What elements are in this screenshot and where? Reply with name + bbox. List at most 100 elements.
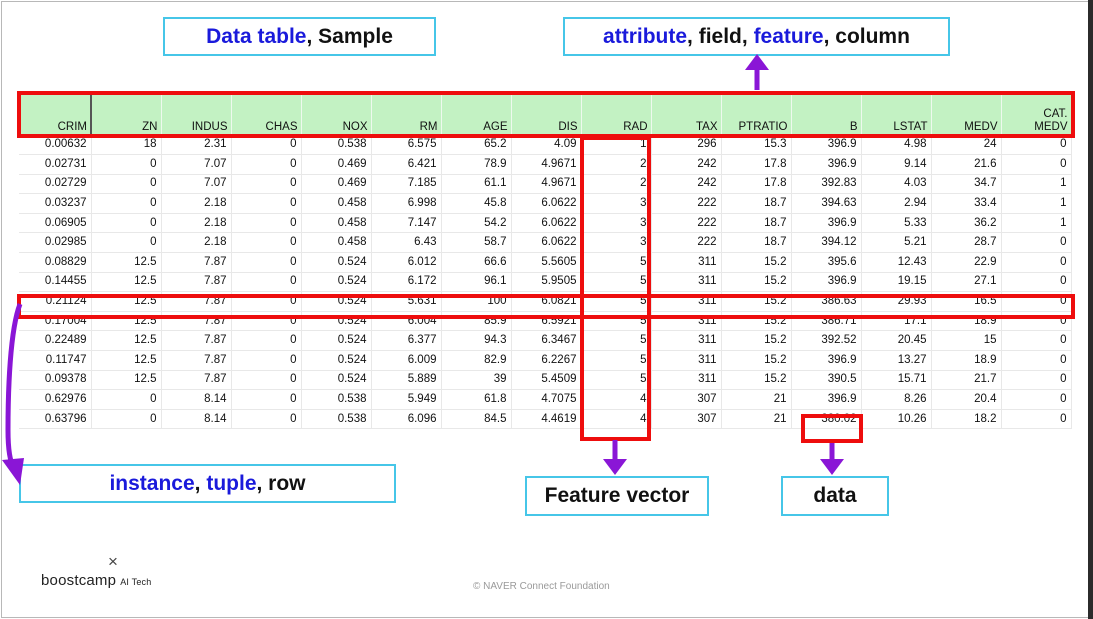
arrow-down-icon xyxy=(820,443,844,475)
table-cell: 21 xyxy=(721,389,792,410)
table-cell: 0 xyxy=(231,174,302,195)
table-cell: 0 xyxy=(231,213,302,234)
table-cell: 0 xyxy=(231,330,302,352)
table-cell: 0 xyxy=(231,350,302,371)
table-cell: 311 xyxy=(651,330,722,352)
table-cell: 0.458 xyxy=(301,213,372,234)
table-cell: 34.7 xyxy=(931,174,1002,195)
table-cell: 7.07 xyxy=(161,174,232,195)
table-row: 0.02731 0 7.07 0 0.469 6.421 78.9 4.9671 2 242 17.… xyxy=(19,154,1072,175)
table-cell: 6.998 xyxy=(371,193,442,214)
table-cell: 0 xyxy=(91,154,162,175)
table-cell: 242 xyxy=(651,154,722,175)
table-row: 0.02985 0 2.18 0 0.458 6.43 58.7 6.0622 3 222 18.7… xyxy=(19,232,1072,254)
callout-data: data xyxy=(781,476,889,516)
table-cell: 0 xyxy=(91,389,162,410)
table-cell: 28.7 xyxy=(931,232,1002,254)
arrow-up-icon xyxy=(745,54,769,90)
table-cell: 18.7 xyxy=(721,232,792,254)
table-cell: 0 xyxy=(91,409,162,430)
table-cell: 61.8 xyxy=(441,389,512,410)
table-cell: 2.18 xyxy=(161,193,232,214)
table-cell: 17.8 xyxy=(721,154,792,175)
table-cell: 4.03 xyxy=(861,174,932,195)
table-cell: 0 xyxy=(1001,252,1072,273)
row-highlight-box xyxy=(17,294,1075,319)
table-cell: 84.5 xyxy=(441,409,512,430)
keyword-feature: feature xyxy=(753,24,824,48)
callout-text: Feature vector xyxy=(544,484,690,507)
table-cell: 18.2 xyxy=(931,409,1002,430)
table-cell: 0 xyxy=(231,193,302,214)
table-cell: 15.2 xyxy=(721,350,792,371)
table-cell: 0 xyxy=(231,409,302,430)
callout-feature-vector: Feature vector xyxy=(525,476,709,516)
table-cell: 0.02985 xyxy=(19,232,92,254)
table-row: 0.02729 0 7.07 0 0.469 7.185 61.1 4.9671 2 242 17.… xyxy=(19,174,1072,195)
table-cell: 12.5 xyxy=(91,350,162,371)
table-cell: 15.2 xyxy=(721,330,792,352)
table-cell: 307 xyxy=(651,389,722,410)
callout-text: , column xyxy=(823,24,910,48)
table-cell: 6.0622 xyxy=(511,213,582,234)
table-cell: 5.4509 xyxy=(511,370,582,391)
table-cell: 12.43 xyxy=(861,252,932,273)
table-cell: 6.3467 xyxy=(511,330,582,352)
table-row: 0.08829 12.5 7.87 0 0.524 6.012 66.6 5.5605 5 311… xyxy=(19,252,1072,273)
table-cell: 0 xyxy=(231,232,302,254)
table-cell: 7.07 xyxy=(161,154,232,175)
table-cell: 9.14 xyxy=(861,154,932,175)
table-cell: 396.9 xyxy=(791,389,862,410)
table-cell: 0 xyxy=(231,252,302,273)
table-cell: 311 xyxy=(651,350,722,371)
table-cell: 0 xyxy=(231,272,302,293)
table-cell: 6.096 xyxy=(371,409,442,430)
table-cell: 6.0622 xyxy=(511,193,582,214)
table-cell: 0.02729 xyxy=(19,174,92,195)
table-cell: 18.9 xyxy=(931,350,1002,371)
table-row: 0.11747 12.5 7.87 0 0.524 6.009 82.9 6.2267 5 311… xyxy=(19,350,1072,371)
table-cell: 222 xyxy=(651,213,722,234)
table-cell: 19.15 xyxy=(861,272,932,293)
table-cell: 5.33 xyxy=(861,213,932,234)
table-cell: 394.12 xyxy=(791,232,862,254)
table-cell: 15 xyxy=(931,330,1002,352)
table-cell: 0 xyxy=(1001,370,1072,391)
table-cell: 307 xyxy=(651,409,722,430)
table-cell: 0 xyxy=(91,232,162,254)
table-cell: 0.538 xyxy=(301,389,372,410)
table-cell: 10.26 xyxy=(861,409,932,430)
table-cell: 6.421 xyxy=(371,154,442,175)
table-row: 0.62976 0 8.14 0 0.538 5.949 61.8 4.7075 4 307 21 3… xyxy=(19,389,1072,410)
table-cell: 13.27 xyxy=(861,350,932,371)
header-highlight-box xyxy=(17,91,1075,138)
table-cell: 7.87 xyxy=(161,252,232,273)
table-cell: 4.4619 xyxy=(511,409,582,430)
table-cell: 0.524 xyxy=(301,252,372,273)
table-cell: 0.458 xyxy=(301,232,372,254)
table-cell: 7.87 xyxy=(161,350,232,371)
brand-name: boostcamp AI Tech xyxy=(41,572,151,589)
table-cell: 18.7 xyxy=(721,213,792,234)
table-cell: 20.45 xyxy=(861,330,932,352)
table-cell: 394.63 xyxy=(791,193,862,214)
table-cell: 82.9 xyxy=(441,350,512,371)
table-cell: 0.06905 xyxy=(19,213,92,234)
table-cell: 7.87 xyxy=(161,272,232,293)
table-row: 0.06905 0 2.18 0 0.458 7.147 54.2 6.0622 3 222 18.… xyxy=(19,213,1072,234)
table-cell: 0 xyxy=(231,154,302,175)
table-cell: 396.9 xyxy=(791,154,862,175)
table-cell: 0 xyxy=(91,213,162,234)
brand-sub: AI Tech xyxy=(120,577,152,587)
table-cell: 0.03237 xyxy=(19,193,92,214)
table-cell: 0 xyxy=(231,370,302,391)
table-cell: 4.9671 xyxy=(511,154,582,175)
table-cell: 311 xyxy=(651,370,722,391)
table-cell: 392.52 xyxy=(791,330,862,352)
table-cell: 0 xyxy=(1001,232,1072,254)
callout-text: , field, xyxy=(687,24,754,48)
table-cell: 222 xyxy=(651,232,722,254)
table-cell: 6.009 xyxy=(371,350,442,371)
data-table: CRIM ZN INDUS CHAS NOX RM AGE DIS RAD TAX PTRATIO B… xyxy=(19,93,1072,430)
keyword-data-table: Data table xyxy=(206,24,307,48)
